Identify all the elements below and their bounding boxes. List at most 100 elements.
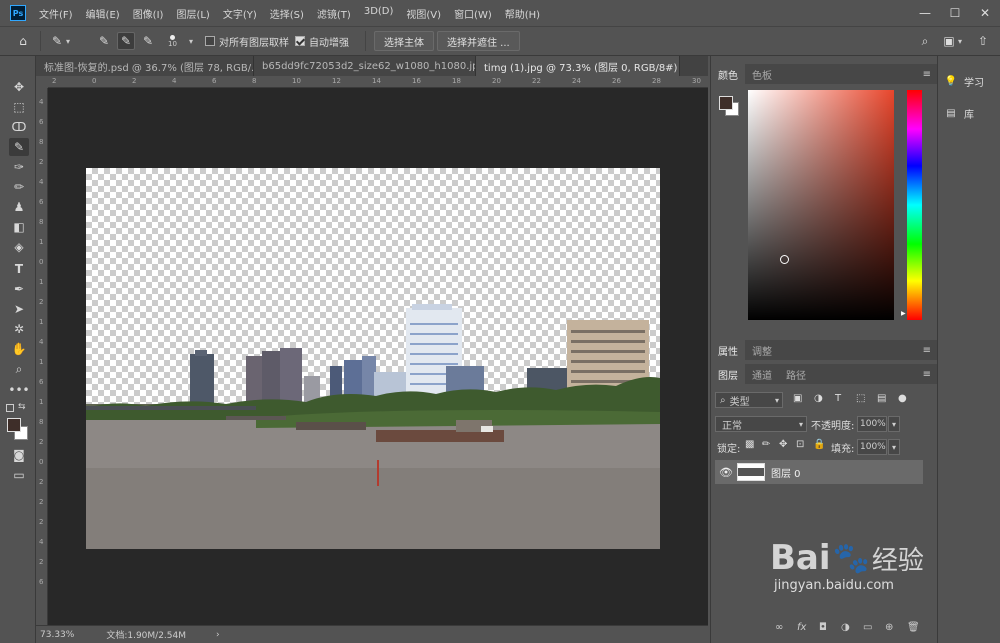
search-icon[interactable]: ⌕ [916, 32, 934, 50]
foreground-color-swatch[interactable] [7, 418, 21, 432]
menu-item[interactable]: 选择(S) [270, 6, 304, 21]
menu-item[interactable]: 编辑(E) [86, 6, 120, 21]
subtract-from-selection-icon[interactable]: ✎ [139, 32, 157, 50]
panel-menu-icon[interactable]: ≡ [923, 69, 931, 80]
options-bar: ⌂ ✎ ▾ ✎ ✎ ✎ 10 ▾ 对所有图层取样 自动增强 选择主体 选择并遮住 … [0, 26, 1000, 56]
tab-document-3[interactable]: timg (1).jpg @ 73.3% (图层 0, RGB/8#) *✕ [476, 56, 680, 76]
opacity-dropdown-icon[interactable]: ▾ [888, 416, 900, 432]
separator [40, 31, 41, 51]
zoom-tool-icon[interactable]: ⌕ [9, 360, 29, 378]
chevron-down-icon[interactable]: ▾ [958, 37, 962, 46]
shape-tool-icon[interactable]: ✲ [9, 320, 29, 338]
auto-enhance-checkbox[interactable]: 自动增强 [295, 27, 349, 55]
tab-swatches[interactable]: 色板 [745, 64, 779, 84]
eyedropper-tool-icon[interactable]: ✑ [9, 158, 29, 176]
hand-tool-icon[interactable]: ✋ [9, 340, 29, 358]
blend-mode-label: 正常 [722, 420, 742, 432]
lock-all-icon[interactable]: 🔒 [813, 439, 830, 450]
close-button[interactable]: ✕ [970, 6, 1000, 20]
workspace-icon[interactable]: ▣ [940, 32, 958, 50]
quick-selection-tool-icon[interactable]: ✎ [9, 138, 29, 156]
hue-slider-marker-icon[interactable]: ▶ [901, 310, 906, 317]
menu-item[interactable]: 图像(I) [133, 6, 164, 21]
layer-filter-select[interactable]: ⌕ 类型 ▾ [715, 392, 783, 408]
shape-filter-icon[interactable]: ⬚ [856, 393, 877, 404]
new-selection-icon[interactable]: ✎ [95, 32, 113, 50]
type-tool-icon[interactable]: T [9, 260, 29, 278]
select-and-mask-button[interactable]: 选择并遮住 ... [437, 31, 520, 51]
fill-input[interactable]: 100% [857, 439, 887, 455]
maximize-button[interactable]: ☐ [940, 6, 970, 20]
menu-item[interactable]: 滤镜(T) [317, 6, 351, 21]
library-icon: ▤ [946, 107, 956, 119]
lock-image-icon[interactable]: ✏ [762, 439, 779, 450]
watermark-logo: Bai 🐾 经验 [770, 538, 990, 578]
checkbox-icon [205, 36, 215, 46]
default-colors-icon[interactable] [6, 404, 14, 412]
auto-enhance-label: 自动增强 [309, 37, 349, 49]
menu-item[interactable]: 视图(V) [406, 6, 441, 21]
share-icon[interactable]: ⇧ [974, 32, 992, 50]
tab-channels[interactable]: 通道 [745, 364, 779, 384]
screen-mode-icon[interactable]: ▭ [9, 466, 29, 484]
foreground-color-swatch[interactable] [719, 96, 733, 110]
minimize-button[interactable]: — [910, 6, 940, 20]
adjustment-filter-icon[interactable]: ◑ [814, 393, 835, 404]
tab-layers[interactable]: 图层 [711, 364, 745, 384]
blend-mode-select[interactable]: 正常 ▾ [715, 416, 807, 432]
quick-mask-icon[interactable]: ◙ [9, 446, 29, 464]
fill-dropdown-icon[interactable]: ▾ [888, 439, 900, 455]
tab-document-1[interactable]: 标准图-恢复的.psd @ 36.7% (图层 78, RGB/...✕ [36, 56, 254, 76]
lock-transparent-icon[interactable]: ▩ [745, 439, 762, 450]
tab-properties[interactable]: 属性 [711, 340, 745, 360]
color-field[interactable] [748, 90, 894, 320]
lock-artboard-icon[interactable]: ⊡ [796, 439, 813, 450]
select-subject-button[interactable]: 选择主体 [374, 31, 434, 51]
menu-item[interactable]: 文字(Y) [223, 6, 257, 21]
chevron-down-icon[interactable]: ▾ [66, 37, 70, 46]
menu-item[interactable]: 3D(D) [364, 6, 394, 21]
learn-panel-button[interactable]: 💡 学习 [942, 68, 998, 94]
chevron-down-icon[interactable]: ▾ [189, 37, 193, 46]
hue-slider[interactable] [907, 90, 922, 320]
color-picker-handle[interactable] [780, 255, 789, 264]
tab-color[interactable]: 颜色 [711, 64, 745, 84]
more-tools-icon[interactable]: ••• [8, 381, 29, 399]
lock-position-icon[interactable]: ✥ [779, 439, 796, 450]
menu-item[interactable]: 帮助(H) [505, 6, 540, 21]
menu-item[interactable]: 图层(L) [176, 6, 209, 21]
opacity-input[interactable]: 100% [857, 416, 887, 432]
brush-tool-icon[interactable]: ✏ [9, 178, 29, 196]
tab-adjustments[interactable]: 调整 [745, 340, 779, 360]
document-image[interactable] [86, 168, 660, 549]
quick-selection-preset-icon[interactable]: ✎ [48, 32, 66, 50]
library-panel-button[interactable]: ▤ 库 [942, 100, 998, 126]
status-menu-arrow[interactable]: › [216, 630, 220, 640]
filter-toggle-icon[interactable]: ● [898, 393, 908, 404]
checkbox-checked-icon [295, 36, 305, 46]
tab-paths[interactable]: 路径 [779, 364, 813, 384]
lasso-tool-icon[interactable]: ↀ [9, 118, 29, 136]
eraser-tool-icon[interactable]: ◧ [9, 218, 29, 236]
menu-item[interactable]: 文件(F) [39, 6, 73, 21]
panel-menu-icon[interactable]: ≡ [923, 369, 931, 380]
zoom-level[interactable]: 73.33% [40, 630, 74, 640]
smart-object-filter-icon[interactable]: ▤ [877, 393, 898, 404]
menu-item[interactable]: 窗口(W) [454, 6, 492, 21]
panel-menu-icon[interactable]: ≡ [923, 345, 931, 356]
path-selection-tool-icon[interactable]: ➤ [9, 300, 29, 318]
add-to-selection-icon[interactable]: ✎ [117, 32, 135, 50]
marquee-tool-icon[interactable]: ⬚ [9, 98, 29, 116]
move-tool-icon[interactable]: ✥ [9, 78, 29, 96]
pixel-filter-icon[interactable]: ▣ [793, 393, 814, 404]
type-filter-icon[interactable]: T [835, 393, 856, 404]
sample-all-layers-checkbox[interactable]: 对所有图层取样 [205, 27, 289, 55]
pen-tool-icon[interactable]: ✒ [9, 280, 29, 298]
eye-icon[interactable]: 👁 [715, 466, 737, 479]
stamp-tool-icon[interactable]: ♟ [9, 198, 29, 216]
paint-bucket-tool-icon[interactable]: ◈ [9, 238, 29, 256]
tab-document-2[interactable]: b65dd9fc72053d2_size62_w1080_h1080.jpg✕ [254, 56, 476, 76]
layer-row[interactable]: 👁 图层 0 [715, 460, 923, 484]
swap-colors-icon[interactable]: ⇆ [18, 402, 26, 412]
home-icon[interactable]: ⌂ [14, 32, 32, 50]
